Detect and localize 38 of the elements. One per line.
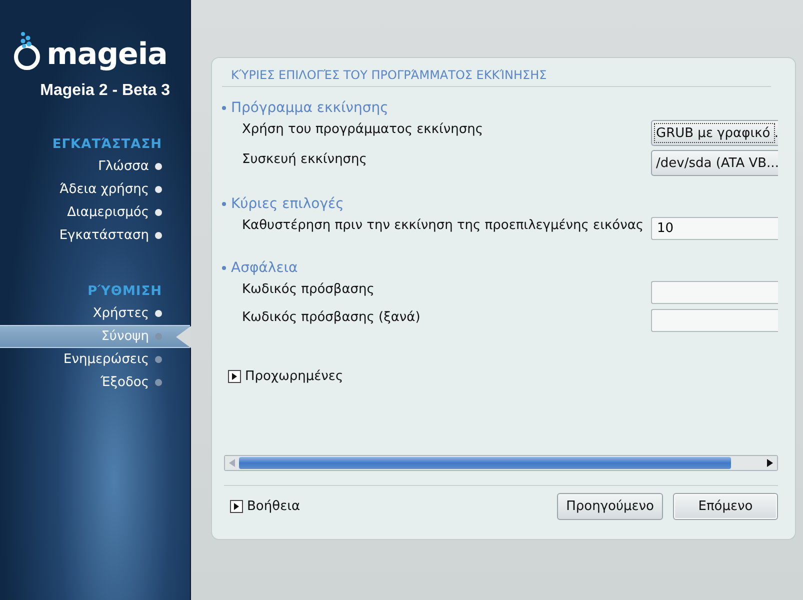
field-label: Συσκευή εκκίνησης: [241, 151, 368, 167]
step-label: Σύνοψη: [101, 329, 149, 344]
bullet-icon: [222, 106, 226, 110]
dropdown[interactable]: /dev/sda (ATA VB...: [651, 150, 778, 176]
step-label: Έξοδος: [100, 375, 149, 390]
input-field[interactable]: 10: [651, 217, 778, 240]
step-group-title: ΡΎΘΜΙΣΗ: [86, 284, 163, 299]
step-label: Άδεια χρήσης: [60, 182, 149, 197]
field-label: Κωδικός πρόσβασης (ξανά): [241, 309, 422, 325]
input-field[interactable]: [651, 281, 778, 304]
horizontal-scrollbar[interactable]: [224, 455, 778, 471]
nav-button[interactable]: Προηγούμενο: [557, 493, 663, 520]
section-heading: Πρόγραμμα εκκίνησης: [231, 100, 388, 116]
field-label: Καθυστέρηση πριν την εκκίνηση της προεπιλεγμένης εικόνας: [241, 217, 645, 233]
step-label: Γλώσσα: [98, 159, 149, 174]
step-label: Διαμερισμός: [67, 205, 149, 220]
step-label: Ενημερώσεις: [64, 352, 149, 367]
nav-button[interactable]: Επόμενο: [673, 493, 778, 520]
input-field[interactable]: [651, 309, 778, 332]
bullet-icon: [222, 266, 226, 270]
section-heading: Κύριες επιλογές: [231, 196, 344, 212]
help-expander[interactable]: Βοήθεια: [230, 499, 300, 514]
scroll-left-icon[interactable]: [229, 459, 235, 467]
pointer-notch-icon: [176, 326, 191, 348]
step-group-title: ΕΓΚΑΤΆΣΤΑΣΗ: [51, 137, 163, 152]
dropdown[interactable]: GRUB με γραφικό .: [651, 120, 778, 146]
bullet-icon: [222, 202, 226, 206]
scroll-right-icon[interactable]: [767, 459, 773, 467]
field-label: Χρήση του προγράμματος εκκίνησης: [241, 121, 484, 137]
cauldron-logo-icon: [12, 30, 41, 70]
field-label: Κωδικός πρόσβασης: [241, 281, 376, 297]
panel-title: ΚΎΡΙΕΣ ΕΠΙΛΟΓΈΣ ΤΟΥ ΠΡΟΓΡΆΜΜΑΤΟΣ ΕΚΚΊΝΗΣΗΣ: [222, 64, 771, 87]
step-label: Χρήστες: [92, 306, 149, 321]
logo-text: mageia: [46, 40, 168, 70]
section-heading: Ασφάλεια: [231, 260, 298, 276]
version-label: Mageia 2 - Beta 3: [39, 82, 171, 100]
step-label: Εγκατάσταση: [59, 228, 149, 243]
advanced-expander[interactable]: Προχωρημένες: [228, 369, 344, 384]
